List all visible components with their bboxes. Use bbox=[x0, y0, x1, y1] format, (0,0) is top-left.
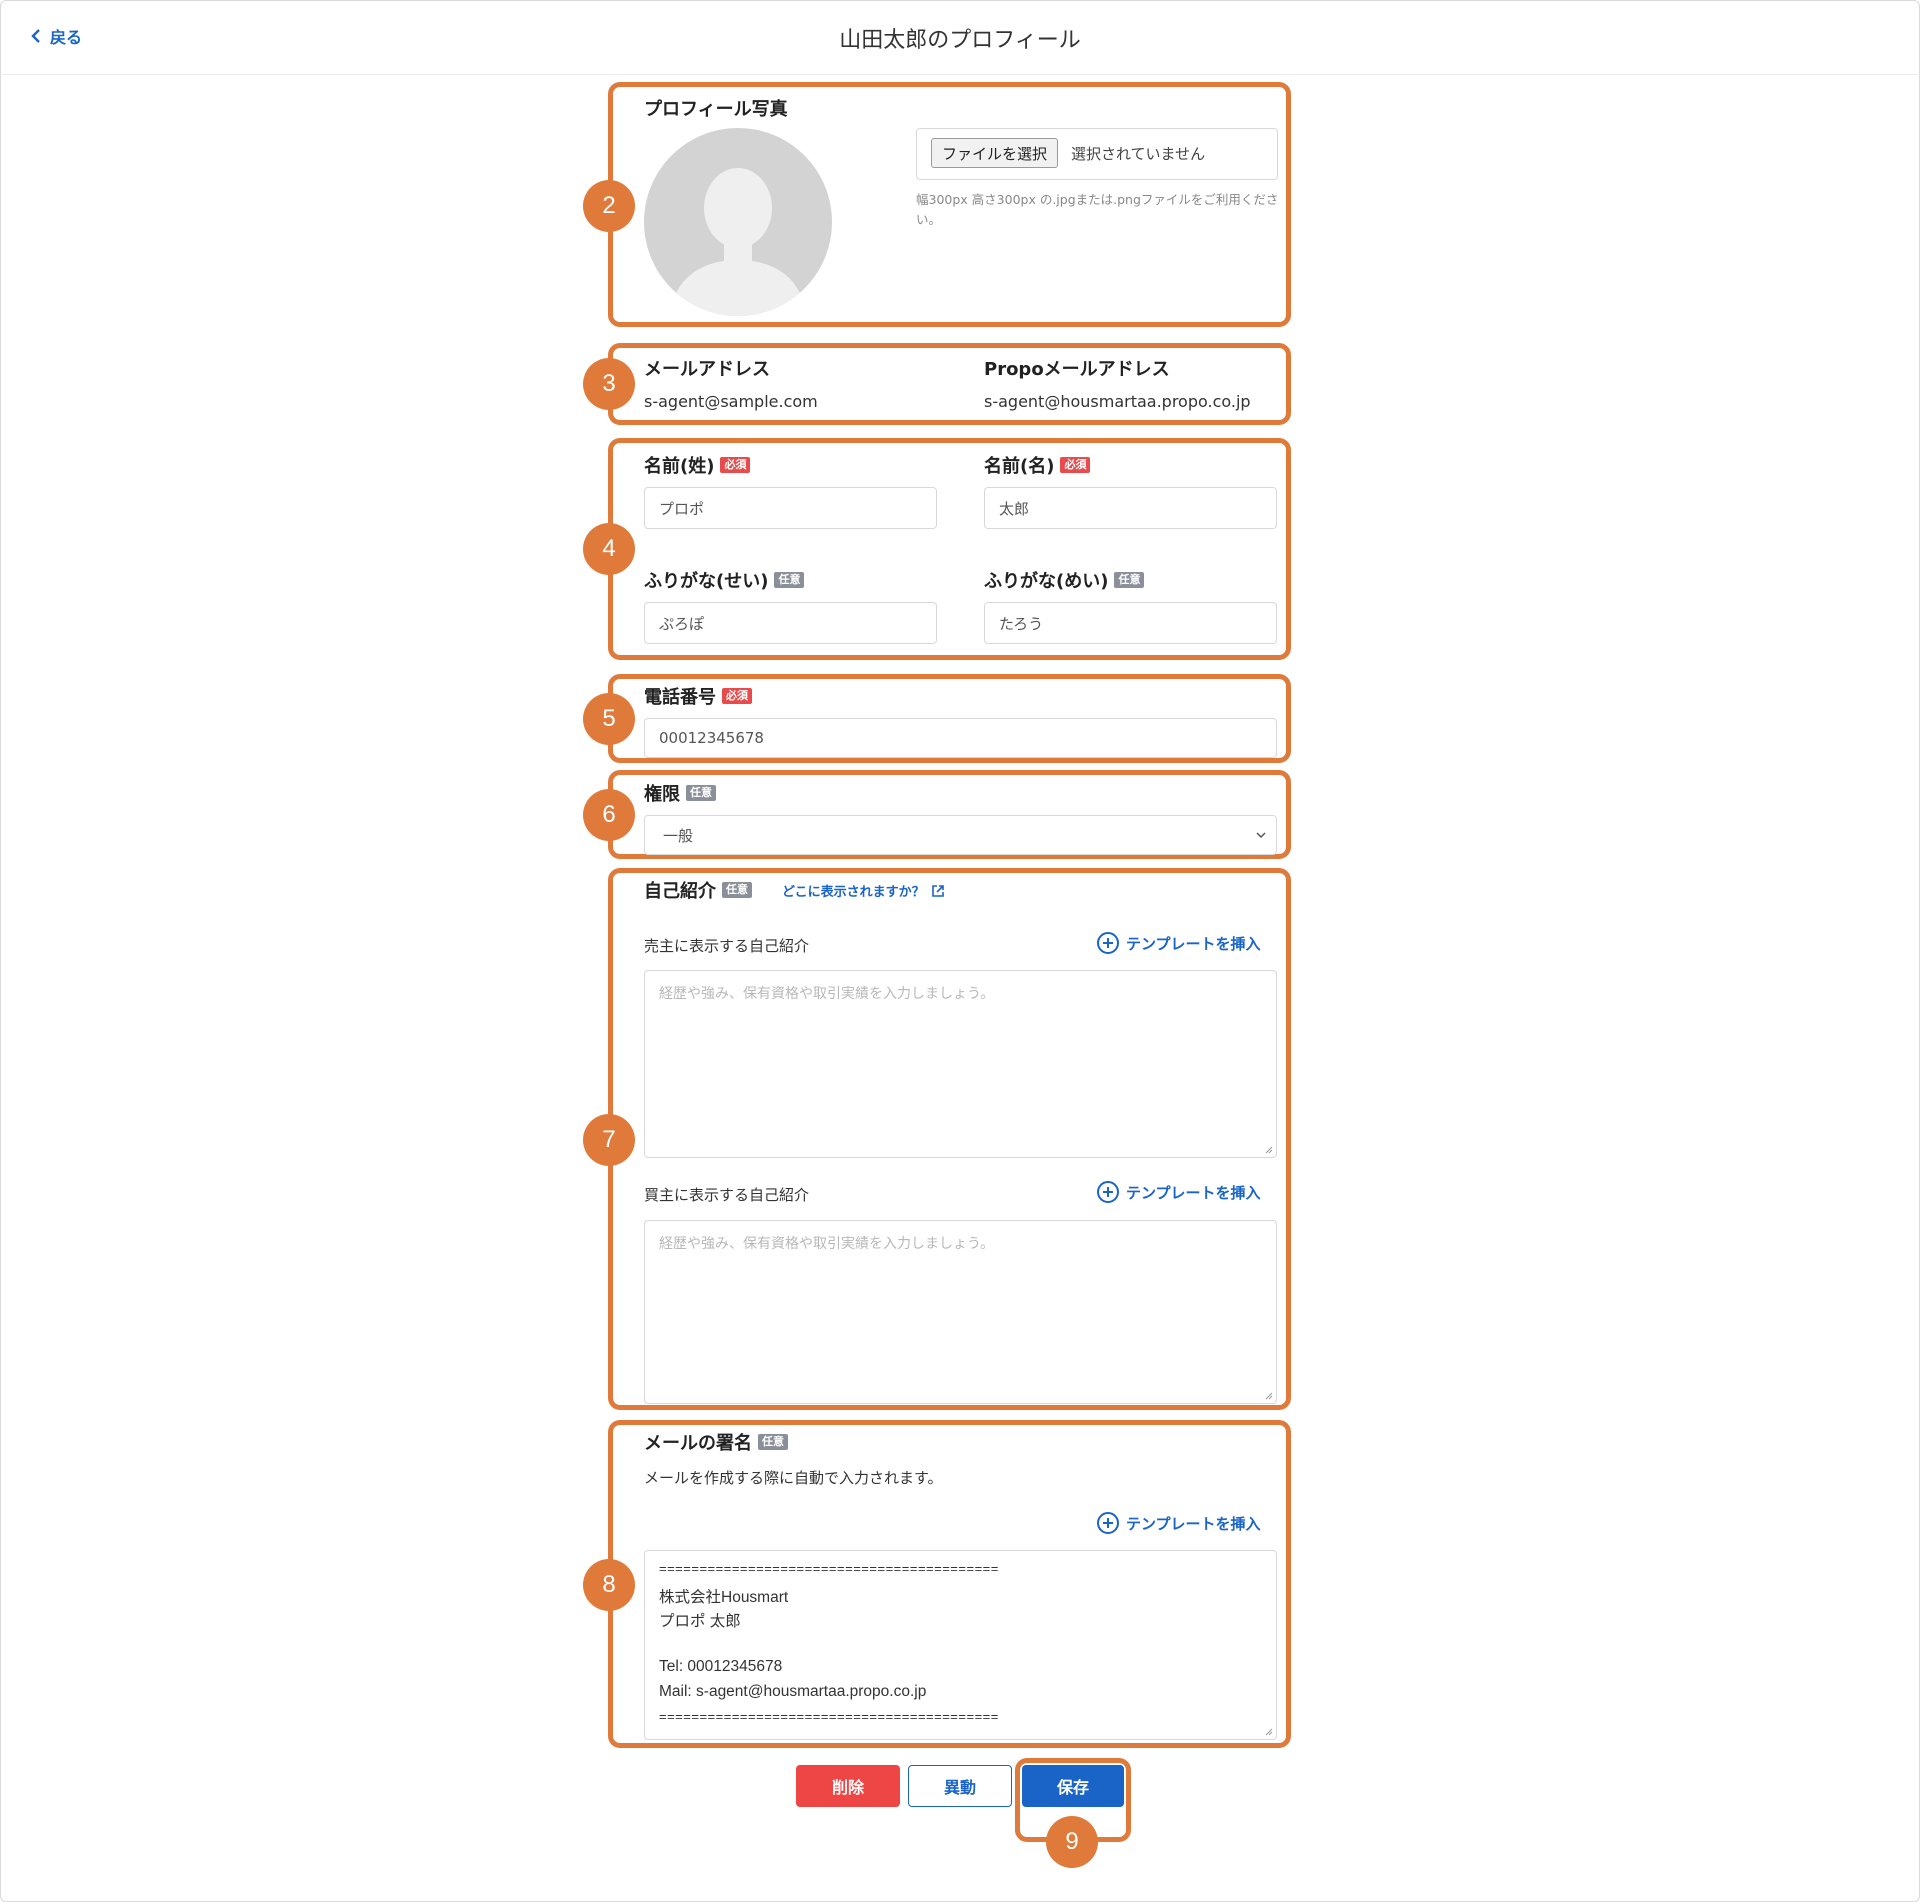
role-label: 権限 任意 bbox=[644, 780, 716, 806]
first-name-label: 名前(名) 必須 bbox=[984, 452, 1091, 478]
plus-circle-icon bbox=[1097, 1512, 1119, 1534]
plus-circle-icon bbox=[1097, 1181, 1119, 1203]
last-name-kana-label: ふりがな(せい) 任意 bbox=[644, 567, 805, 593]
choose-file-button[interactable]: ファイルを選択 bbox=[931, 138, 1059, 168]
seller-insert-template-link[interactable]: テンプレートを挿入 bbox=[1096, 931, 1261, 955]
signature-textarea[interactable]: ========================================… bbox=[644, 1550, 1277, 1740]
required-badge: 必須 bbox=[720, 457, 751, 473]
email-value: s-agent@sample.com bbox=[644, 392, 818, 411]
signature-line: プロポ 太郎 bbox=[659, 1613, 741, 1630]
optional-badge: 任意 bbox=[722, 882, 752, 898]
last-name-kana-input[interactable]: ぷろぽ bbox=[644, 602, 937, 644]
phone-label: 電話番号 必須 bbox=[644, 683, 752, 709]
optional-badge: 任意 bbox=[774, 572, 805, 588]
seller-intro-placeholder: 経歴や強み、保有資格や取引実績を入力しましょう。 bbox=[659, 986, 995, 1002]
annotation-marker-5: 5 bbox=[583, 693, 635, 745]
propo-email-value: s-agent@housmartaa.propo.co.jp bbox=[984, 392, 1251, 411]
resize-handle-icon[interactable] bbox=[1265, 1392, 1273, 1400]
email-label: メールアドレス bbox=[644, 355, 770, 381]
annotation-marker-7: 7 bbox=[583, 1114, 635, 1166]
propo-email-label: Propoメールアドレス bbox=[984, 355, 1170, 381]
seller-intro-label: 売主に表示する自己紹介 bbox=[644, 937, 810, 955]
top-bar: 戻る 山田太郎のプロフィール bbox=[0, 0, 1920, 75]
avatar-placeholder bbox=[644, 128, 832, 316]
first-name-kana-input[interactable]: たろう bbox=[984, 602, 1277, 644]
buyer-intro-label: 買主に表示する自己紹介 bbox=[644, 1186, 810, 1204]
signature-line: Tel: 00012345678 bbox=[659, 1658, 783, 1675]
plus-circle-icon bbox=[1097, 932, 1119, 954]
intro-label-text: 自己紹介 bbox=[644, 881, 716, 902]
signature-insert-template-text: テンプレートを挿入 bbox=[1126, 1514, 1261, 1533]
first-name-input[interactable]: 太郎 bbox=[984, 487, 1277, 529]
signature-line: 株式会社Housmart bbox=[659, 1589, 789, 1606]
buyer-intro-placeholder: 経歴や強み、保有資格や取引実績を入力しましょう。 bbox=[659, 1236, 995, 1252]
phone-input[interactable]: 00012345678 bbox=[644, 718, 1277, 758]
phone-label-text: 電話番号 bbox=[644, 687, 716, 708]
external-link-icon bbox=[931, 884, 944, 897]
resize-handle-icon[interactable] bbox=[1265, 1728, 1273, 1736]
photo-hint: 幅300px 高さ300px の.jpgまたは.pngファイルをご利用ください。 bbox=[916, 192, 1279, 227]
optional-badge: 任意 bbox=[686, 785, 716, 801]
where-displayed-text: どこに表示されますか？ bbox=[782, 885, 925, 900]
intro-label: 自己紹介 任意 bbox=[644, 877, 752, 903]
propo-email-label-text: Propoメールアドレス bbox=[984, 359, 1170, 380]
seller-intro-textarea[interactable]: 経歴や強み、保有資格や取引実績を入力しましょう。 bbox=[644, 970, 1277, 1158]
annotation-marker-4: 4 bbox=[583, 523, 635, 575]
signature-label-text: メールの署名 bbox=[644, 1433, 752, 1454]
seller-insert-template-text: テンプレートを挿入 bbox=[1126, 934, 1261, 953]
signature-description: メールを作成する際に自動で入力されます。 bbox=[644, 1469, 943, 1487]
first-name-label-text: 名前(名) bbox=[984, 456, 1055, 477]
buyer-insert-template-link[interactable]: テンプレートを挿入 bbox=[1096, 1180, 1261, 1204]
optional-badge: 任意 bbox=[1114, 572, 1145, 588]
first-name-kana-label: ふりがな(めい) 任意 bbox=[984, 567, 1145, 593]
last-name-input[interactable]: プロポ bbox=[644, 487, 937, 529]
resize-handle-icon[interactable] bbox=[1265, 1146, 1273, 1154]
person-icon bbox=[670, 168, 806, 316]
delete-button[interactable]: 削除 bbox=[796, 1765, 900, 1807]
signature-insert-template-link[interactable]: テンプレートを挿入 bbox=[1096, 1511, 1261, 1535]
required-badge: 必須 bbox=[1060, 457, 1091, 473]
photo-label-text: プロフィール写真 bbox=[644, 99, 788, 120]
signature-line: ========================================… bbox=[659, 1561, 999, 1576]
annotation-marker-2: 2 bbox=[583, 180, 635, 232]
role-selected-value: 一般 bbox=[663, 826, 694, 845]
annotation-marker-9: 9 bbox=[1046, 1816, 1098, 1868]
email-label-text: メールアドレス bbox=[644, 359, 770, 380]
optional-badge: 任意 bbox=[758, 1434, 788, 1450]
buyer-insert-template-text: テンプレートを挿入 bbox=[1126, 1183, 1261, 1202]
signature-label: メールの署名 任意 bbox=[644, 1429, 788, 1455]
last-name-label-text: 名前(姓) bbox=[644, 456, 715, 477]
signature-line: ========================================… bbox=[659, 1709, 999, 1724]
photo-label: プロフィール写真 bbox=[644, 95, 788, 121]
role-label-text: 権限 bbox=[644, 784, 680, 805]
chevron-down-icon bbox=[1256, 832, 1266, 839]
role-select[interactable]: 一般 bbox=[644, 815, 1277, 855]
no-file-text: 選択されていません bbox=[1071, 145, 1206, 163]
required-badge: 必須 bbox=[722, 688, 752, 704]
file-input[interactable]: ファイルを選択 選択されていません bbox=[916, 128, 1278, 180]
transfer-button[interactable]: 異動 bbox=[908, 1765, 1012, 1807]
buyer-intro-textarea[interactable]: 経歴や強み、保有資格や取引実績を入力しましょう。 bbox=[644, 1220, 1277, 1404]
annotation-marker-3: 3 bbox=[583, 358, 635, 410]
annotation-marker-8: 8 bbox=[583, 1559, 635, 1611]
annotation-marker-6: 6 bbox=[583, 789, 635, 841]
last-name-kana-label-text: ふりがな(せい) bbox=[644, 571, 769, 592]
last-name-label: 名前(姓) 必須 bbox=[644, 452, 751, 478]
where-displayed-link[interactable]: どこに表示されますか？ bbox=[782, 881, 945, 900]
first-name-kana-label-text: ふりがな(めい) bbox=[984, 571, 1109, 592]
signature-line: Mail: s-agent@housmartaa.propo.co.jp bbox=[659, 1683, 927, 1700]
page-title: 山田太郎のプロフィール bbox=[839, 28, 1081, 53]
